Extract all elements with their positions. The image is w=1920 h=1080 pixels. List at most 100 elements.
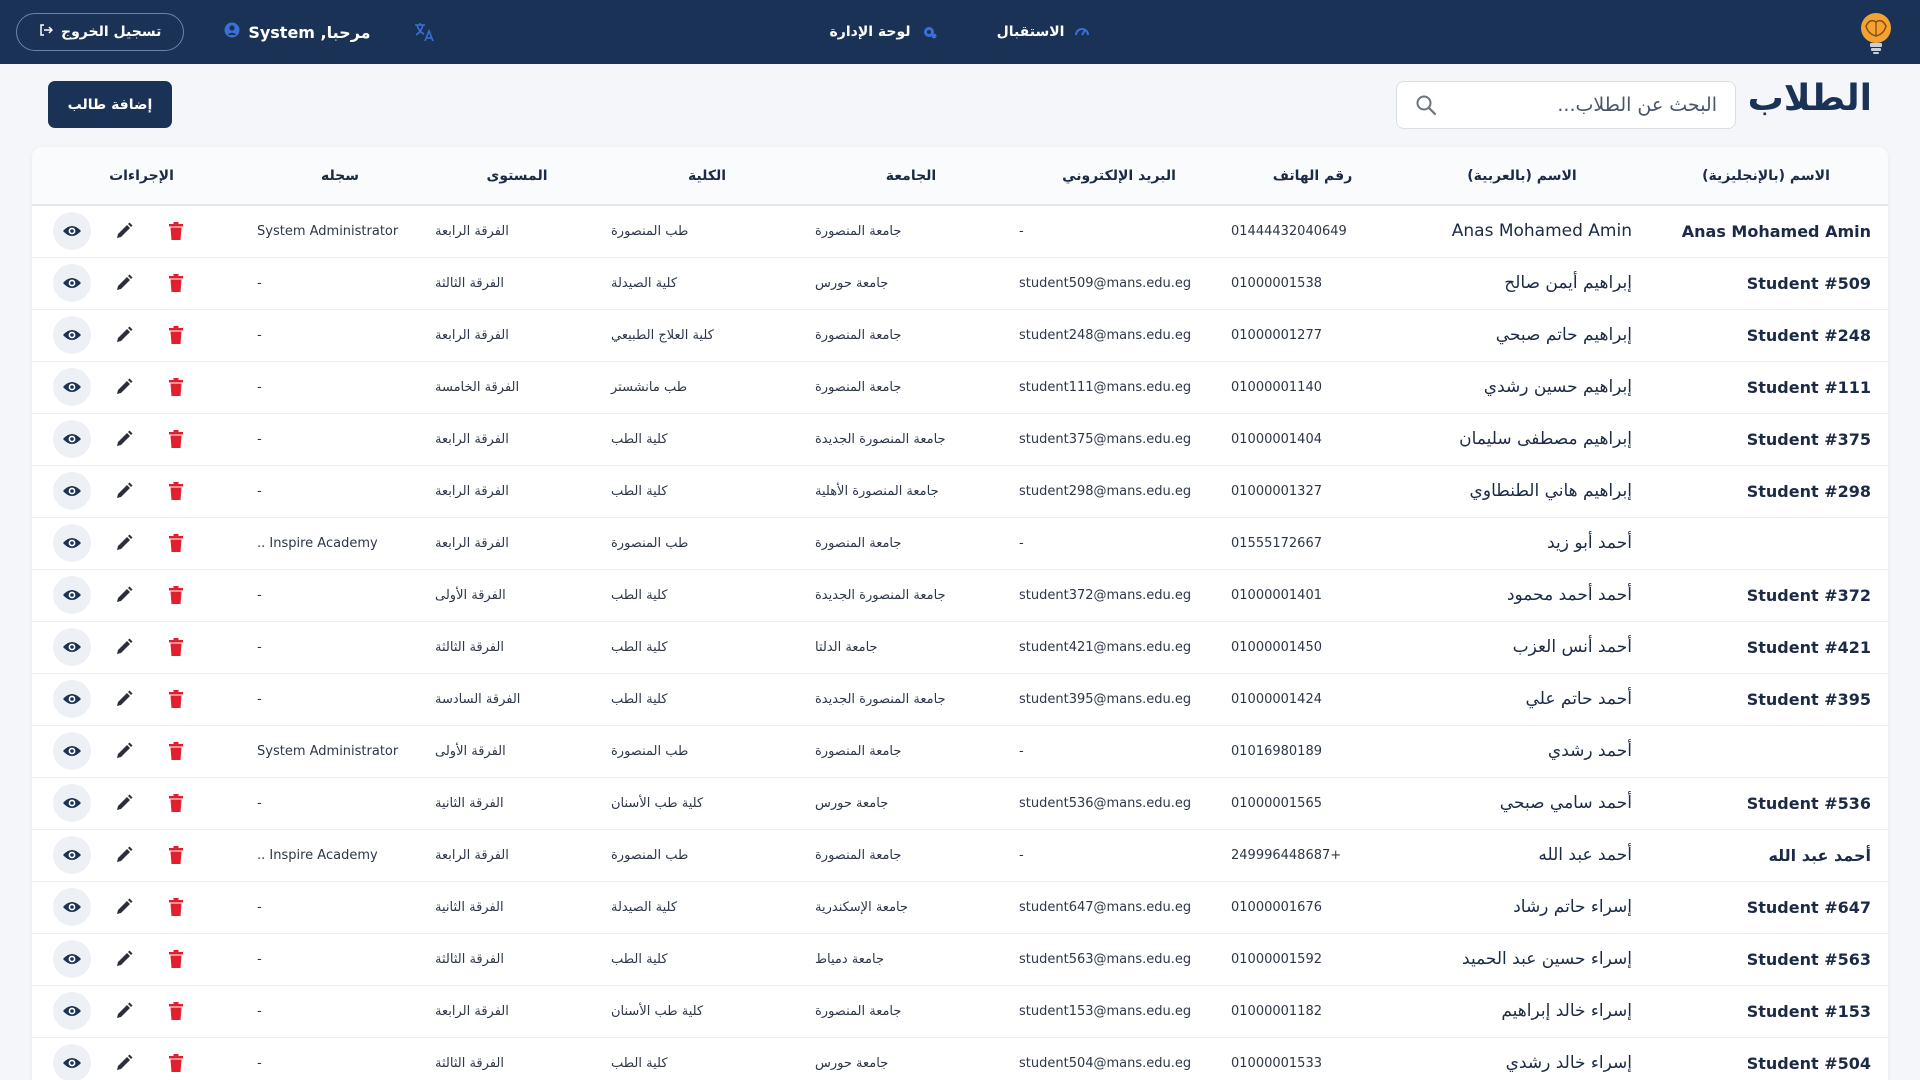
delete-button[interactable]	[157, 836, 195, 874]
table-row[interactable]: Student #375 إبراهيم مصطفى سليمان 010000…	[32, 413, 1888, 466]
header-level[interactable]: المستوى	[429, 147, 605, 206]
view-button[interactable]	[52, 264, 91, 302]
view-button[interactable]	[52, 992, 91, 1030]
pencil-icon	[116, 274, 132, 290]
cell-level: الفرقة الأولى	[429, 569, 605, 622]
cell-actions	[32, 829, 251, 882]
delete-button[interactable]	[157, 472, 195, 510]
delete-button[interactable]	[157, 940, 195, 978]
cell-university: جامعة المنصورة الجديدة	[809, 673, 1013, 726]
delete-button[interactable]	[157, 212, 195, 250]
view-button[interactable]	[52, 732, 91, 770]
table-row[interactable]: أحمد رشدي 01016980189 - جامعة المنصورة ط…	[32, 725, 1888, 778]
delete-button[interactable]	[157, 992, 195, 1030]
nav-user-area: تسجيل الخروج مرحبا, System	[16, 0, 437, 64]
table-row[interactable]: Student #509 إبراهيم أيمن صالح 010000015…	[32, 257, 1888, 310]
add-student-button[interactable]: إضافة طالب	[48, 81, 172, 128]
header-phone[interactable]: رقم الهاتف	[1225, 147, 1400, 206]
delete-button[interactable]	[157, 264, 195, 302]
cell-faculty: كلية الطب	[605, 413, 809, 466]
view-button[interactable]	[52, 524, 91, 562]
row-actions	[32, 888, 251, 926]
table-row[interactable]: Anas Mohamed Amin Anas Mohamed Amin 0144…	[32, 205, 1888, 258]
cell-actions	[32, 517, 251, 570]
cell-phone: 01000001450	[1225, 621, 1400, 674]
table-row[interactable]: أحمد أبو زيد 01555172667 - جامعة المنصور…	[32, 517, 1888, 570]
view-button[interactable]	[52, 576, 91, 614]
delete-button[interactable]	[157, 680, 195, 718]
header-name-ar[interactable]: الاسم (بالعربية)	[1400, 147, 1644, 206]
cell-name-en	[1644, 517, 1888, 570]
row-actions	[32, 212, 251, 251]
trash-icon	[168, 1054, 183, 1072]
table-row[interactable]: Student #248 إبراهيم حاتم صبحي 010000012…	[32, 309, 1888, 362]
edit-button[interactable]	[105, 524, 143, 562]
edit-button[interactable]	[105, 264, 143, 302]
table-row[interactable]: Student #395 أحمد حاتم علي 01000001424 s…	[32, 673, 1888, 726]
delete-button[interactable]	[157, 316, 195, 354]
edit-button[interactable]	[105, 212, 143, 250]
edit-button[interactable]	[105, 680, 143, 718]
edit-button[interactable]	[105, 420, 143, 458]
table-row[interactable]: أحمد عبد الله أحمد عبد الله +24999644868…	[32, 829, 1888, 882]
table-row[interactable]: Student #647 إسراء حاتم رشاد 01000001676…	[32, 881, 1888, 934]
table-row[interactable]: Student #536 أحمد سامي صبحي 01000001565 …	[32, 777, 1888, 830]
edit-button[interactable]	[105, 368, 143, 406]
table-row[interactable]: Student #421 أحمد أنس العزب 01000001450 …	[32, 621, 1888, 674]
search-icon[interactable]	[1415, 94, 1437, 116]
table-row[interactable]: Student #504 إسراء خالد رشدي 01000001533…	[32, 1037, 1888, 1080]
cell-faculty: كلية طب الأسنان	[605, 777, 809, 830]
edit-button[interactable]	[105, 732, 143, 770]
nav-dashboard-link[interactable]: لوحة الإدارة	[830, 24, 937, 40]
table-row[interactable]: Student #298 إبراهيم هاني الطنطاوي 01000…	[32, 465, 1888, 518]
header-record[interactable]: سجله	[251, 147, 429, 206]
header-name-en[interactable]: الاسم (بالإنجليزية)	[1644, 147, 1888, 206]
logo-icon[interactable]	[1856, 10, 1896, 56]
translate-icon[interactable]	[411, 19, 437, 45]
view-button[interactable]	[52, 316, 91, 354]
delete-button[interactable]	[157, 576, 195, 614]
edit-button[interactable]	[105, 316, 143, 354]
pencil-icon	[116, 846, 132, 862]
header-email[interactable]: البريد الإلكتروني	[1013, 147, 1225, 206]
nav-home-link[interactable]: الاستقبال	[997, 24, 1091, 40]
logout-button[interactable]: تسجيل الخروج	[16, 13, 185, 51]
view-button[interactable]	[52, 940, 91, 978]
table-row[interactable]: Student #153 إسراء خالد إبراهيم 01000001…	[32, 985, 1888, 1038]
header-faculty[interactable]: الكلية	[605, 147, 809, 206]
search-input[interactable]	[1437, 94, 1717, 116]
trash-icon	[168, 222, 183, 241]
edit-button[interactable]	[105, 940, 143, 978]
view-button[interactable]	[52, 472, 91, 510]
table-row[interactable]: Student #563 إسراء حسين عبد الحميد 01000…	[32, 933, 1888, 986]
delete-button[interactable]	[157, 628, 195, 666]
delete-button[interactable]	[157, 784, 195, 822]
edit-button[interactable]	[105, 628, 143, 666]
view-button[interactable]	[52, 888, 91, 926]
view-button[interactable]	[52, 680, 91, 718]
delete-button[interactable]	[157, 732, 195, 770]
view-button[interactable]	[52, 420, 91, 458]
edit-button[interactable]	[105, 888, 143, 926]
view-button[interactable]	[52, 368, 91, 406]
edit-button[interactable]	[105, 1044, 143, 1080]
edit-button[interactable]	[105, 784, 143, 822]
view-button[interactable]	[52, 212, 91, 251]
edit-button[interactable]	[105, 992, 143, 1030]
delete-button[interactable]	[157, 524, 195, 562]
view-button[interactable]	[52, 836, 91, 874]
delete-button[interactable]	[157, 888, 195, 926]
table-row[interactable]: Student #111 إبراهيم حسين رشدي 010000011…	[32, 361, 1888, 414]
edit-button[interactable]	[105, 472, 143, 510]
delete-button[interactable]	[157, 368, 195, 406]
view-button[interactable]	[52, 628, 91, 666]
view-button[interactable]	[52, 784, 91, 822]
edit-button[interactable]	[105, 576, 143, 614]
view-button[interactable]	[52, 1044, 91, 1080]
header-university[interactable]: الجامعة	[809, 147, 1013, 206]
delete-button[interactable]	[157, 420, 195, 458]
table-row[interactable]: Student #372 أحمد أحمد محمود 01000001401…	[32, 569, 1888, 622]
pencil-icon	[116, 534, 132, 550]
delete-button[interactable]	[157, 1044, 195, 1080]
edit-button[interactable]	[105, 836, 143, 874]
